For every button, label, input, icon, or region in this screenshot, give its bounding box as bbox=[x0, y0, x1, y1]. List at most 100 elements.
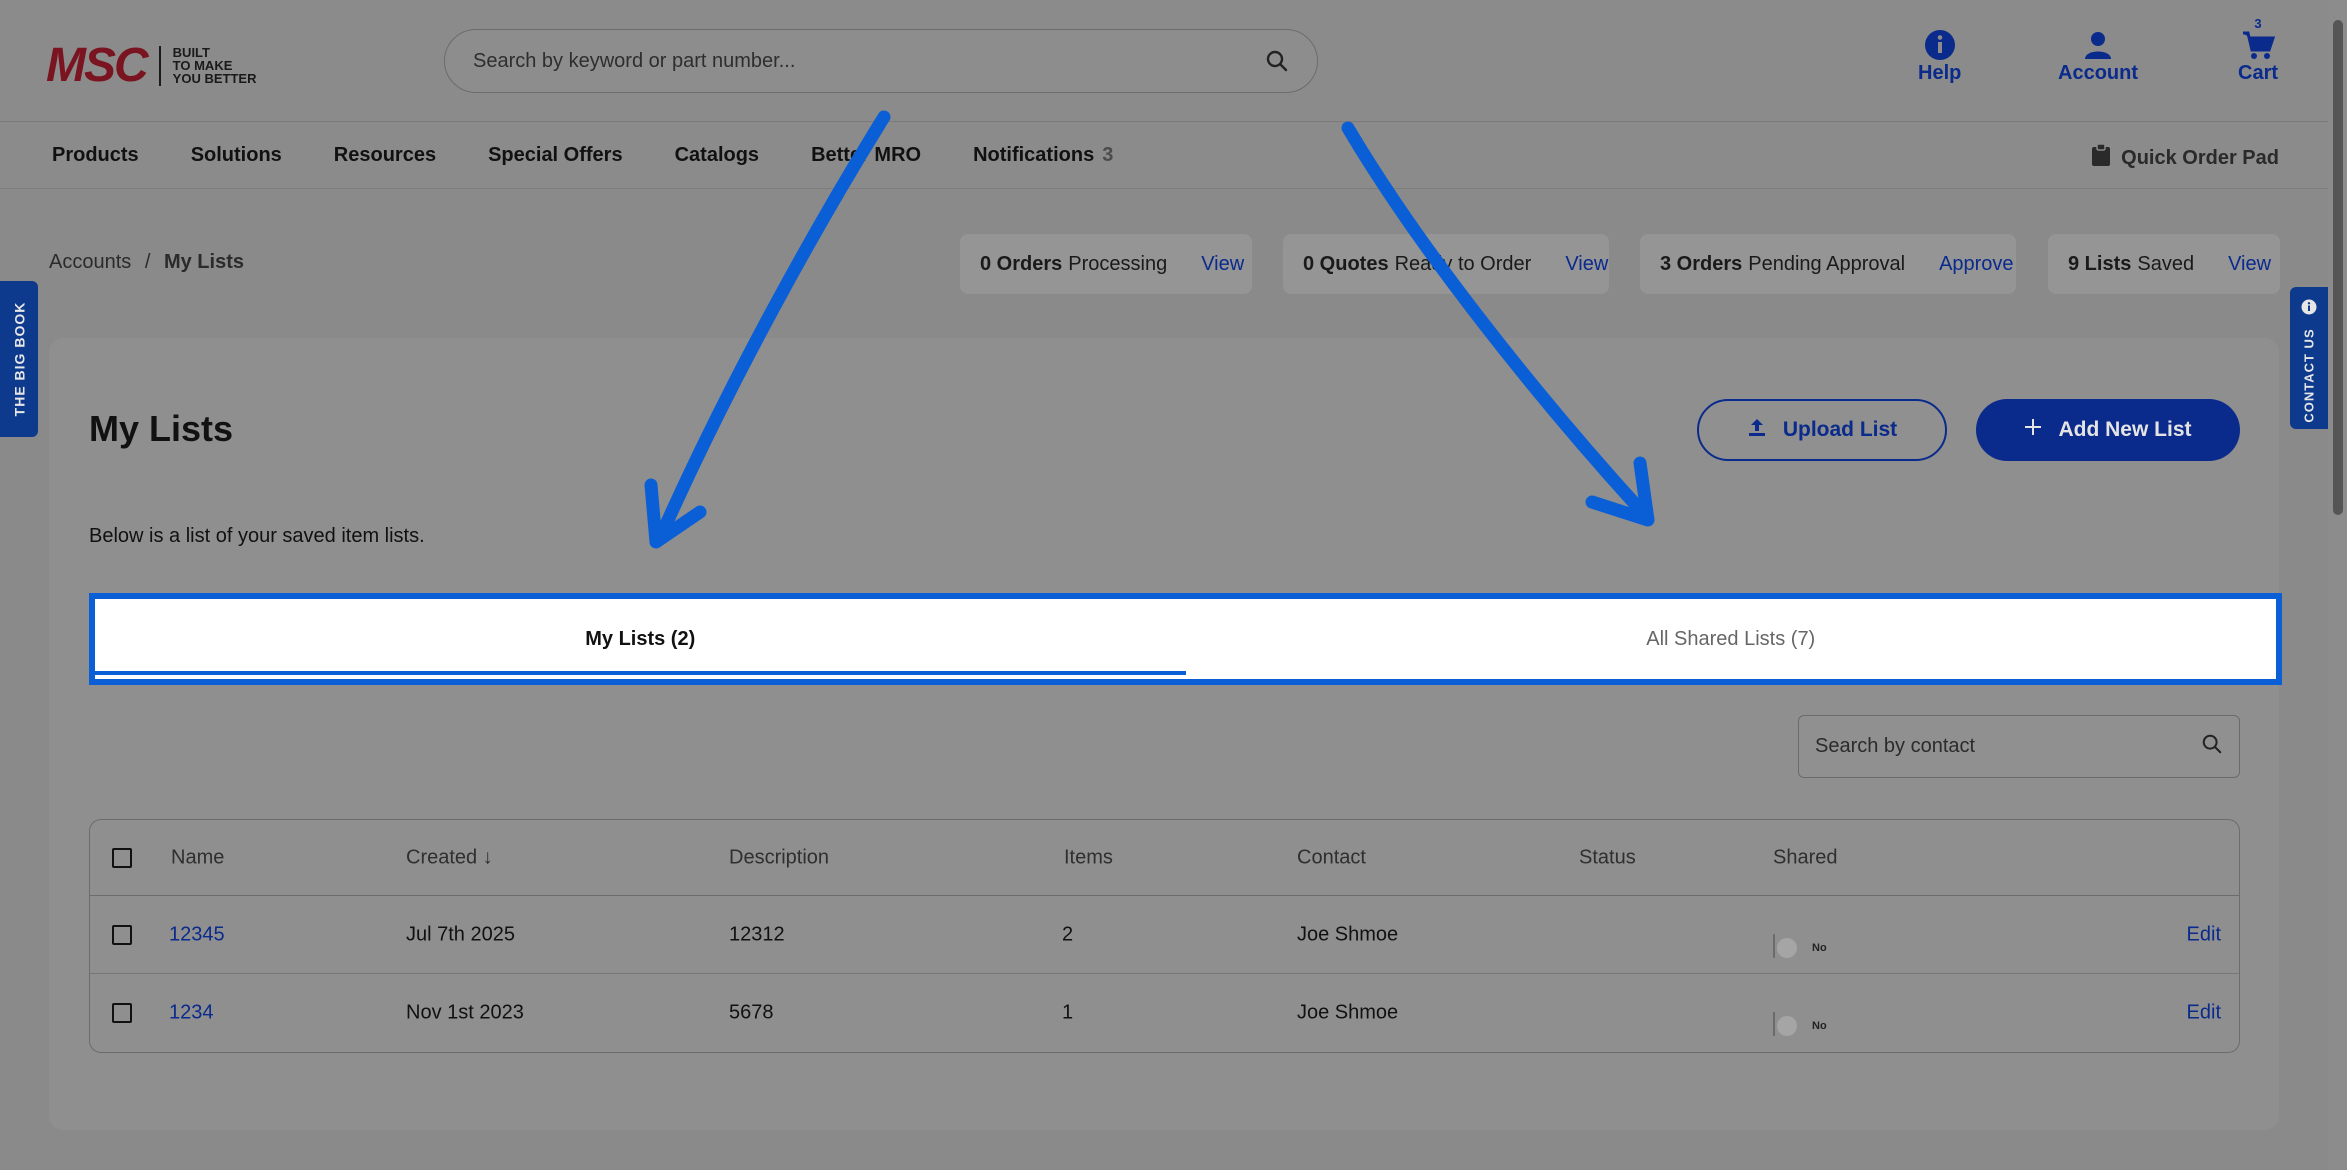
toggle-knob bbox=[1777, 1016, 1797, 1036]
list-created: Nov 1st 2023 bbox=[406, 1001, 524, 1024]
list-items: 2 bbox=[1062, 923, 1074, 945]
nav-item-resources[interactable]: Resources bbox=[334, 144, 436, 167]
user-icon bbox=[2082, 28, 2114, 62]
info-icon bbox=[2301, 299, 2317, 318]
list-tabs: My Lists (2) All Shared Lists (7) bbox=[89, 593, 2282, 685]
upload-list-label: Upload List bbox=[1782, 418, 1898, 441]
pill-count: 3 Orders bbox=[1660, 252, 1743, 275]
logo-wordmark: MSC bbox=[46, 39, 149, 92]
list-items: 1 bbox=[1062, 1001, 1074, 1024]
list-contact: Joe Shmoe bbox=[1297, 923, 1399, 945]
tab-my-lists[interactable]: My Lists (2) bbox=[95, 599, 1186, 679]
nav-item-catalogs[interactable]: Catalogs bbox=[675, 144, 759, 167]
add-new-list-label: Add New List bbox=[2058, 418, 2192, 441]
account-link[interactable]: Account bbox=[2058, 28, 2138, 85]
contact-search-input[interactable] bbox=[1815, 735, 2201, 758]
shared-toggle[interactable]: No bbox=[1773, 1012, 1827, 1036]
select-all-checkbox[interactable] bbox=[112, 847, 132, 868]
big-book-label: THE BIG BOOK bbox=[11, 301, 28, 417]
status-pill-quotes-ready: 0 Quotes Ready to Order View bbox=[1283, 234, 1609, 294]
site-header: MSC BUILT TO MAKE YOU BETTER Help Accoun… bbox=[0, 0, 2347, 122]
column-description[interactable]: Description bbox=[729, 846, 829, 869]
breadcrumb-separator: / bbox=[144, 251, 151, 273]
list-description: 5678 bbox=[729, 1001, 774, 1024]
column-contact[interactable]: Contact bbox=[1297, 846, 1366, 869]
row-checkbox[interactable] bbox=[112, 1003, 132, 1023]
help-link[interactable]: Help bbox=[1918, 28, 1961, 85]
pill-view-link[interactable]: View bbox=[1565, 253, 1608, 276]
pill-text: Pending Approval bbox=[1748, 252, 1906, 275]
cart-icon: 3 bbox=[2241, 16, 2275, 62]
column-name[interactable]: Name bbox=[171, 846, 224, 869]
column-status[interactable]: Status bbox=[1579, 846, 1636, 869]
list-contact: Joe Shmoe bbox=[1297, 1001, 1399, 1024]
pill-approve-link[interactable]: Approve bbox=[1939, 253, 2014, 276]
pill-view-link[interactable]: View bbox=[2228, 253, 2271, 276]
column-created[interactable]: Created ↓ bbox=[406, 846, 493, 869]
toggle-knob bbox=[1777, 937, 1797, 958]
logo-tagline-line-3: YOU BETTER bbox=[172, 71, 257, 86]
clipboard-icon bbox=[2091, 143, 2111, 173]
contact-us-label: CONTACT US bbox=[2301, 328, 2317, 423]
pill-view-link[interactable]: View bbox=[1201, 253, 1244, 276]
column-items[interactable]: Items bbox=[1064, 846, 1113, 869]
lists-table: Name Created ↓ Description Items Contact… bbox=[89, 819, 2240, 1053]
pill-count: 9 Lists bbox=[2068, 252, 2132, 275]
search-icon[interactable] bbox=[1265, 49, 1289, 73]
big-book-side-tab[interactable]: THE BIG BOOK bbox=[0, 281, 38, 437]
help-label: Help bbox=[1918, 62, 1962, 84]
plus-icon bbox=[2024, 418, 2042, 442]
list-name-link[interactable]: 1234 bbox=[169, 1002, 214, 1025]
list-description: 12312 bbox=[729, 923, 785, 945]
row-checkbox[interactable] bbox=[112, 924, 132, 945]
breadcrumb-current: My Lists bbox=[163, 251, 244, 273]
account-label: Account bbox=[2058, 62, 2138, 84]
site-search-bar bbox=[444, 29, 1318, 93]
nav-item-solutions[interactable]: Solutions bbox=[191, 144, 282, 167]
toggle-label: No bbox=[1812, 941, 1827, 954]
nav-item-better-mro[interactable]: Better MRO bbox=[811, 144, 921, 167]
column-shared[interactable]: Shared bbox=[1773, 846, 1838, 869]
list-created: Jul 7th 2025 bbox=[406, 923, 515, 945]
page-title: My Lists bbox=[89, 408, 234, 449]
upload-icon bbox=[1747, 417, 1767, 443]
upload-list-button[interactable]: Upload List bbox=[1697, 399, 1947, 461]
site-search-input[interactable] bbox=[473, 49, 1265, 73]
info-icon bbox=[1924, 28, 1956, 62]
edit-link[interactable]: Edit bbox=[2187, 923, 2221, 946]
contact-search-box bbox=[1798, 715, 2240, 778]
table-row: 12345 Jul 7th 2025 12312 2 Joe Shmoe No … bbox=[90, 896, 2239, 974]
msc-logo[interactable]: MSC BUILT TO MAKE YOU BETTER bbox=[46, 38, 256, 93]
nav-item-notifications[interactable]: Notifications 3 bbox=[973, 144, 1113, 167]
table-header-row: Name Created ↓ Description Items Contact… bbox=[90, 820, 2239, 896]
logo-tagline: BUILT TO MAKE YOU BETTER bbox=[173, 46, 257, 85]
breadcrumb-accounts[interactable]: Accounts bbox=[49, 251, 131, 273]
table-row: 1234 Nov 1st 2023 5678 1 Joe Shmoe No Ed… bbox=[90, 974, 2239, 1052]
quick-order-label: Quick Order Pad bbox=[2121, 146, 2279, 169]
pill-count: 0 Orders bbox=[980, 252, 1063, 275]
add-new-list-button[interactable]: Add New List bbox=[1976, 399, 2240, 461]
quick-order-pad-link[interactable]: Quick Order Pad bbox=[2091, 143, 2279, 173]
pill-count: 0 Quotes bbox=[1303, 252, 1389, 275]
page-description: Below is a list of your saved item lists… bbox=[89, 525, 425, 547]
list-name-link[interactable]: 12345 bbox=[169, 923, 225, 946]
nav-item-products[interactable]: Products bbox=[52, 144, 139, 167]
shared-toggle[interactable]: No bbox=[1773, 933, 1827, 958]
pill-text: Ready to Order bbox=[1394, 252, 1532, 275]
cart-label: Cart bbox=[2238, 62, 2279, 84]
search-icon[interactable] bbox=[2201, 733, 2223, 760]
tab-all-shared-lists[interactable]: All Shared Lists (7) bbox=[1186, 599, 2277, 679]
status-pill-lists-saved: 9 Lists Saved View bbox=[2048, 234, 2280, 294]
contact-us-side-tab[interactable]: CONTACT US bbox=[2290, 287, 2328, 429]
page-scrollbar[interactable] bbox=[2328, 0, 2347, 1170]
cart-link[interactable]: 3 Cart bbox=[2238, 16, 2279, 85]
main-nav: Products Solutions Resources Special Off… bbox=[0, 123, 2347, 189]
breadcrumb: Accounts / My Lists bbox=[49, 251, 244, 274]
toggle-label: No bbox=[1812, 1020, 1827, 1032]
edit-link[interactable]: Edit bbox=[2187, 1002, 2221, 1025]
notifications-count: 3 bbox=[1102, 144, 1114, 166]
notifications-label: Notifications bbox=[973, 144, 1095, 166]
nav-item-special-offers[interactable]: Special Offers bbox=[488, 144, 623, 167]
scrollbar-thumb[interactable] bbox=[2333, 20, 2343, 515]
pill-text: Saved bbox=[2137, 252, 2195, 275]
